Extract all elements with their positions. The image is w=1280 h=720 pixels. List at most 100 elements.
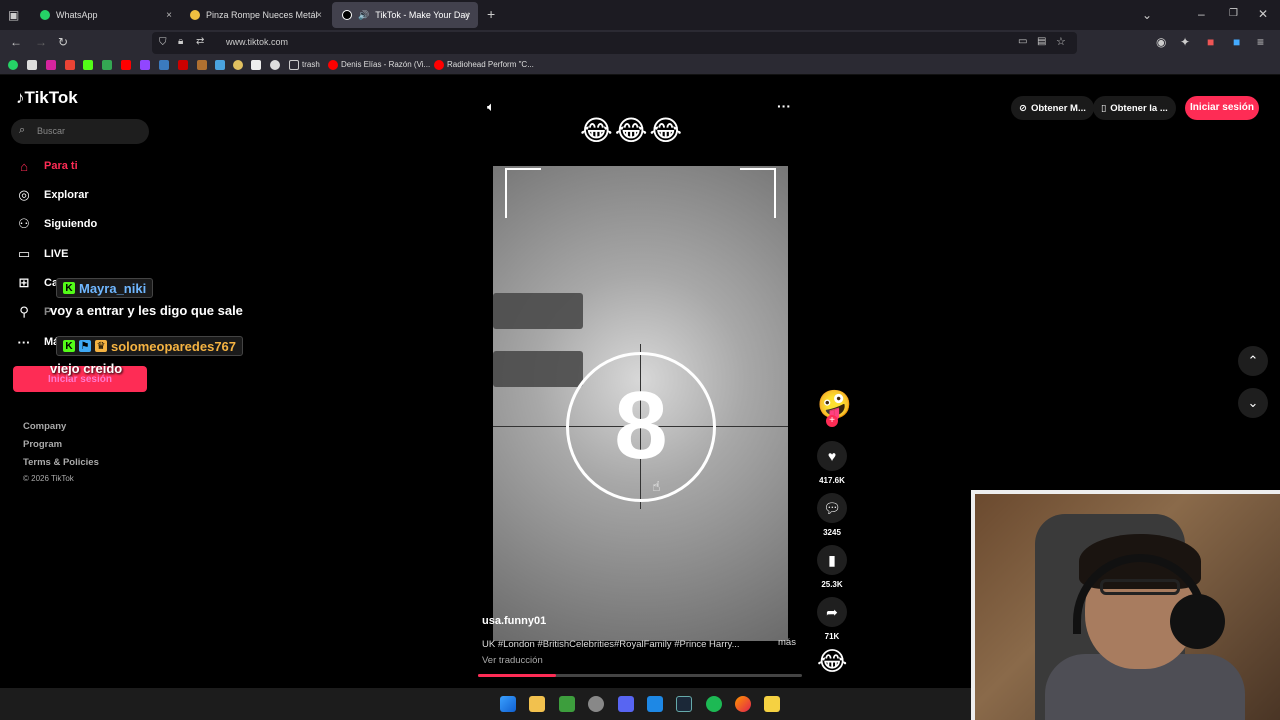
tiktok-logo[interactable]: ♪TikTok: [16, 88, 78, 108]
close-tab-icon[interactable]: ×: [316, 10, 322, 21]
footer-terms[interactable]: Terms & Policies: [23, 457, 99, 468]
close-tab-icon[interactable]: ×: [464, 10, 470, 21]
footer-program[interactable]: Program: [23, 439, 62, 450]
tab-whatsapp[interactable]: WhatsApp ×: [30, 2, 180, 28]
youtube-icon: [328, 60, 338, 70]
signin-button[interactable]: Iniciar sesión: [1185, 96, 1259, 120]
youtube-bookmark-icon[interactable]: [121, 60, 131, 70]
frame-corner: [740, 168, 776, 218]
chevron-down-icon[interactable]: ⌄: [1142, 8, 1152, 22]
close-tab-icon[interactable]: ×: [166, 10, 172, 21]
nav-upload[interactable]: ⊞ Ca: [16, 272, 59, 294]
steam-icon[interactable]: [676, 696, 692, 712]
caption-more-link[interactable]: más: [778, 637, 796, 648]
instagram-bookmark-icon[interactable]: [46, 60, 56, 70]
nav-siguiendo[interactable]: ⚇ Siguiendo: [16, 213, 97, 235]
search-icon: ⌕: [19, 124, 26, 136]
follow-plus-icon[interactable]: +: [826, 415, 838, 427]
extensions-icon[interactable]: ✦: [1180, 35, 1190, 49]
reader-icon[interactable]: ▤: [1037, 35, 1046, 49]
more-options-icon[interactable]: ···: [777, 98, 791, 114]
tab-list-icon[interactable]: ▣: [8, 8, 19, 22]
windows-start-icon[interactable]: [500, 696, 516, 712]
video-player[interactable]: 8 ☝: [493, 166, 788, 641]
search-input[interactable]: ⌕ Buscar: [11, 119, 149, 144]
settings-icon[interactable]: [588, 696, 604, 712]
footer-company[interactable]: Company: [23, 421, 66, 432]
vscode-icon[interactable]: [647, 696, 663, 712]
frame-corner: [505, 168, 541, 218]
home-icon: ⌂: [20, 158, 28, 174]
coin-bookmark-icon[interactable]: [233, 60, 243, 70]
nav-explorar[interactable]: ◎ Explorar: [16, 184, 88, 206]
compass-icon: ⊘: [1019, 102, 1027, 114]
bookmark-trash[interactable]: trash: [302, 60, 320, 69]
x-bookmark-icon[interactable]: [27, 60, 37, 70]
chevron-up-icon: ⌃: [1247, 353, 1259, 368]
shield-icon[interactable]: ⛉: [159, 36, 167, 50]
kick-bookmark-icon[interactable]: [83, 60, 93, 70]
file-explorer-icon[interactable]: [529, 696, 545, 712]
creator-avatar[interactable]: 🤪 +: [817, 389, 852, 427]
gmail-bookmark-icon[interactable]: [65, 60, 75, 70]
nav-more[interactable]: ··· Má: [16, 331, 60, 353]
paypal-bookmark-icon[interactable]: [159, 60, 169, 70]
firefox-icon[interactable]: [735, 696, 751, 712]
picture-in-picture-icon[interactable]: ▭: [1018, 35, 1027, 49]
nav-para-ti[interactable]: ⌂ Para ti: [16, 155, 78, 177]
spotify-icon[interactable]: [706, 696, 722, 712]
nav-profile[interactable]: ⚲ P: [16, 301, 51, 323]
forward-icon[interactable]: →: [35, 35, 47, 49]
close-window-icon[interactable]: ✕: [1258, 7, 1268, 21]
star-bookmark-icon[interactable]: [215, 60, 225, 70]
next-video-button[interactable]: ⌄: [1238, 388, 1268, 418]
extension-badge-icon[interactable]: ■: [1207, 35, 1214, 49]
translate-link[interactable]: Ver traducción: [482, 655, 543, 666]
permissions-icon[interactable]: ⇄: [196, 35, 204, 49]
whatsapp-bookmark-icon[interactable]: [8, 60, 18, 70]
reload-icon[interactable]: ↻: [58, 35, 68, 49]
restore-icon[interactable]: ❐: [1229, 7, 1238, 21]
red-bookmark-icon[interactable]: [178, 60, 188, 70]
tab-pinza[interactable]: Pinza Rompe Nueces Metálica ×: [180, 2, 330, 28]
pill-label: Obtener la ...: [1110, 102, 1168, 114]
compass-icon: ◎: [18, 187, 30, 202]
bookmark-radiohead[interactable]: Radiohead Perform "C...: [447, 60, 534, 69]
get-app-button[interactable]: ⊘ Obtener M...: [1011, 96, 1094, 120]
wave-bookmark-icon[interactable]: [197, 60, 207, 70]
minimize-icon[interactable]: –: [1198, 7, 1205, 21]
video-progress-bar[interactable]: [478, 674, 802, 677]
lock-icon[interactable]: 🔒︎: [178, 35, 183, 49]
get-mobile-app-button[interactable]: ▯ Obtener la ...: [1093, 96, 1176, 120]
extension-blue-icon[interactable]: ■: [1233, 35, 1240, 49]
url-bar[interactable]: ⛉ 🔒︎ ⇄ www.tiktok.com ▭ ▤ ☆: [152, 32, 1077, 54]
heart-icon: ♥: [817, 441, 847, 471]
share-button[interactable]: ➦ 71K: [817, 597, 847, 641]
discord-icon[interactable]: [618, 696, 634, 712]
nav-live[interactable]: ▭ LIVE: [16, 243, 69, 265]
square-bookmark-icon[interactable]: [251, 60, 261, 70]
new-tab-icon[interactable]: +: [487, 7, 495, 21]
youtube-icon: [434, 60, 444, 70]
bookmark-icon: ▮: [817, 545, 847, 575]
tab-tiktok[interactable]: 🔊 TikTok - Make Your Day ×: [332, 2, 478, 28]
account-icon[interactable]: ◉: [1156, 35, 1166, 49]
menu-icon[interactable]: ≡: [1257, 35, 1264, 49]
like-button[interactable]: ♥ 417.6K: [817, 441, 847, 485]
video-author[interactable]: usa.funny01: [482, 615, 546, 627]
volume-icon[interactable]: 🔈︎: [487, 99, 495, 115]
prev-video-button[interactable]: ⌃: [1238, 346, 1268, 376]
circle-bookmark-icon[interactable]: [270, 60, 280, 70]
back-icon[interactable]: ←: [10, 35, 22, 49]
chat-message-1: voy a entrar y les digo que sale: [50, 303, 243, 318]
twitch-bookmark-icon[interactable]: [140, 60, 150, 70]
excel-green-icon[interactable]: [559, 696, 575, 712]
drive-bookmark-icon[interactable]: [102, 60, 112, 70]
sparkle-app-icon[interactable]: [764, 696, 780, 712]
comment-button[interactable]: 💬︎ 3245: [817, 493, 847, 537]
save-button[interactable]: ▮ 25.3K: [817, 545, 847, 589]
bookmark-denis-elias[interactable]: Denis Elías - Razón (Vi...: [341, 60, 430, 69]
bookmarks-bar: trash Denis Elías - Razón (Vi... Radiohe…: [0, 56, 1280, 75]
sound-disc[interactable]: 😂: [817, 646, 847, 676]
bookmark-star-icon[interactable]: ☆: [1056, 35, 1066, 49]
